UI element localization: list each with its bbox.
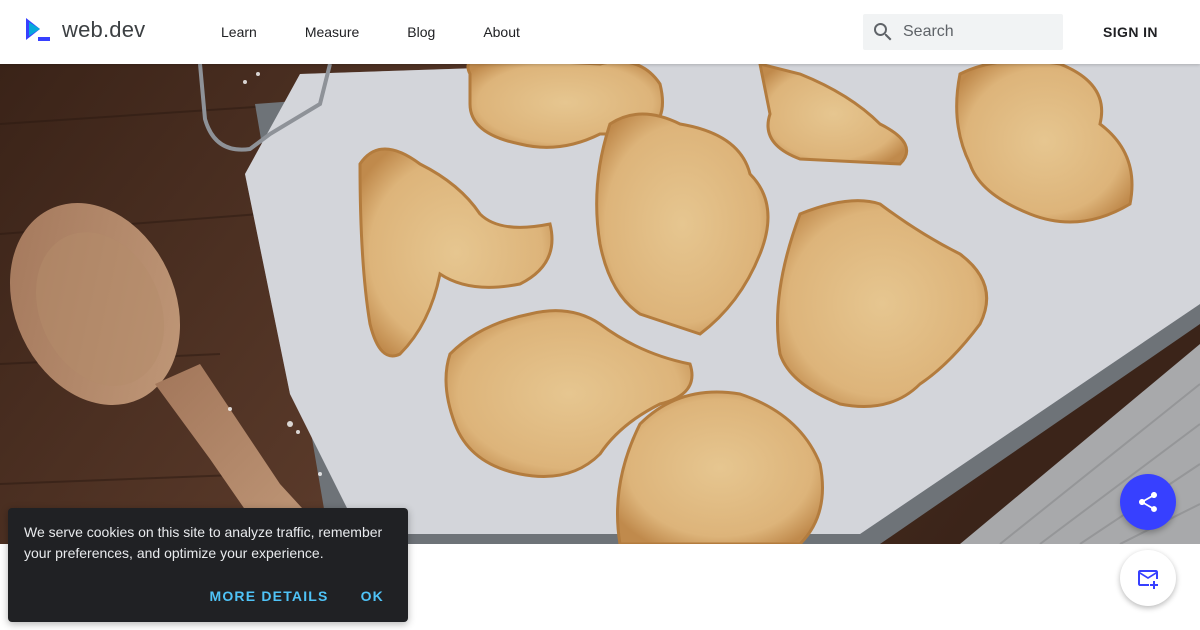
nav-measure[interactable]: Measure — [281, 0, 383, 64]
more-details-button[interactable]: MORE DETAILS — [193, 584, 344, 608]
subscribe-button[interactable] — [1120, 550, 1176, 606]
share-icon — [1139, 492, 1157, 512]
site-logo[interactable]: web.dev — [24, 17, 145, 43]
sign-in-button[interactable]: SIGN IN — [1088, 16, 1173, 48]
page: web.dev Learn Measure Blog About SIGN IN — [0, 0, 1200, 630]
hero-image — [0, 64, 1200, 544]
search-box[interactable] — [863, 14, 1063, 50]
nav-learn[interactable]: Learn — [197, 0, 281, 64]
cookie-message: We serve cookies on this site to analyze… — [24, 524, 383, 561]
search-icon[interactable] — [865, 14, 901, 50]
nav-about[interactable]: About — [459, 0, 544, 64]
site-header: web.dev Learn Measure Blog About SIGN IN — [0, 0, 1200, 64]
cookie-banner: We serve cookies on this site to analyze… — [8, 508, 408, 622]
logo-text: web.dev — [62, 17, 146, 42]
cookie-actions: MORE DETAILS OK — [193, 584, 400, 608]
cookie-ok-button[interactable]: OK — [345, 584, 400, 608]
nav-blog[interactable]: Blog — [383, 0, 459, 64]
web-dev-logo-icon — [26, 18, 50, 41]
mail-add-icon — [1138, 570, 1158, 589]
search-input[interactable] — [903, 23, 1053, 41]
main-nav: Learn Measure Blog About — [197, 0, 544, 64]
share-button[interactable] — [1120, 474, 1176, 530]
halloween-cookies-illustration — [0, 64, 1200, 544]
